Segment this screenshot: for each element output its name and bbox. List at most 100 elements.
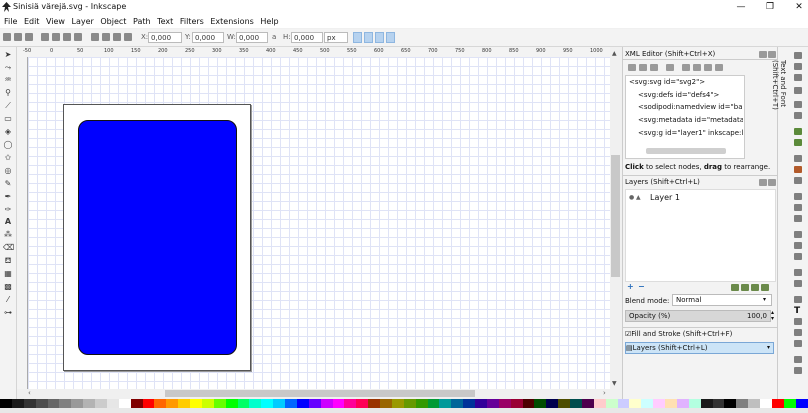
- clone-icon[interactable]: [794, 242, 802, 249]
- lock-ratio-icon[interactable]: a: [272, 33, 276, 41]
- text-tool-icon[interactable]: A: [3, 217, 13, 226]
- pencil-tool-icon[interactable]: ✎: [3, 179, 13, 188]
- unlink-clone-icon[interactable]: [794, 253, 802, 260]
- palette-swatch[interactable]: [771, 399, 784, 408]
- xml-editor-dialog-icon[interactable]: [794, 318, 802, 325]
- palette-swatch[interactable]: [724, 399, 737, 408]
- layer-to-bottom-icon[interactable]: [761, 284, 769, 291]
- palette-swatch[interactable]: [593, 399, 606, 408]
- unit-select[interactable]: px: [324, 32, 348, 43]
- palette-swatch[interactable]: [498, 399, 511, 408]
- opacity-spin-icon[interactable]: ▴ ▾: [771, 310, 774, 322]
- star-tool-icon[interactable]: ✩: [3, 153, 13, 162]
- palette-swatch[interactable]: [11, 399, 24, 408]
- zoom-selection-icon[interactable]: [794, 193, 802, 200]
- eraser-tool-icon[interactable]: ⌫: [3, 243, 14, 252]
- palette-swatch[interactable]: [320, 399, 333, 408]
- palette-swatch[interactable]: [510, 399, 523, 408]
- add-layer-icon[interactable]: +: [627, 282, 634, 291]
- dropper-tool-icon[interactable]: ⁄: [3, 295, 13, 304]
- palette-swatch[interactable]: [47, 399, 60, 408]
- palette-swatch[interactable]: [35, 399, 48, 408]
- palette-swatch[interactable]: [154, 399, 167, 408]
- palette-swatch[interactable]: [415, 399, 428, 408]
- menu-extensions[interactable]: Extensions: [210, 15, 253, 28]
- zoom-page-icon[interactable]: [794, 215, 802, 222]
- tweak-tool-icon[interactable]: ♒: [3, 75, 13, 84]
- layer-lock-icon[interactable]: ▲: [636, 194, 641, 201]
- y-input[interactable]: 0,000: [192, 32, 224, 43]
- h-input[interactable]: 0,000: [291, 32, 323, 43]
- palette-swatch[interactable]: [439, 399, 452, 408]
- palette-swatch[interactable]: [463, 399, 475, 408]
- palette-swatch[interactable]: [700, 399, 713, 408]
- lower-node-icon[interactable]: [715, 64, 723, 71]
- palette-swatch[interactable]: [688, 399, 701, 408]
- menu-text[interactable]: Text: [157, 15, 173, 28]
- palette-swatch[interactable]: [451, 399, 464, 408]
- drawing-canvas[interactable]: [28, 57, 610, 389]
- opacity-slider[interactable]: Opacity (%) 100,0: [625, 310, 771, 322]
- palette-swatch[interactable]: [486, 399, 499, 408]
- raise-to-top-icon[interactable]: [91, 33, 99, 41]
- palette-swatch[interactable]: [605, 399, 618, 408]
- raise-icon[interactable]: [102, 33, 110, 41]
- blue-rounded-rectangle[interactable]: [78, 120, 237, 355]
- palette-swatch[interactable]: [0, 399, 12, 408]
- palette-swatch[interactable]: [676, 399, 689, 408]
- layer-item-name[interactable]: Layer 1: [650, 193, 680, 202]
- zoom-drawing-icon[interactable]: [794, 204, 802, 211]
- menu-layer[interactable]: Layer: [72, 15, 94, 28]
- ungroup-icon[interactable]: [794, 280, 802, 287]
- scroll-up-icon[interactable]: ▲: [612, 50, 617, 57]
- palette-swatch[interactable]: [748, 399, 760, 408]
- palette-swatch[interactable]: [95, 399, 107, 408]
- palette-swatch[interactable]: [261, 399, 274, 408]
- lower-to-bottom-icon[interactable]: [124, 33, 132, 41]
- palette-swatch[interactable]: [403, 399, 416, 408]
- palette-swatch[interactable]: [178, 399, 190, 408]
- rotate-cw-icon[interactable]: [52, 33, 60, 41]
- selector-tool-icon[interactable]: ➤: [3, 50, 13, 59]
- layers-close-icon[interactable]: [768, 179, 776, 186]
- palette-swatch[interactable]: [653, 399, 665, 408]
- palette-swatch[interactable]: [332, 399, 345, 408]
- xml-node-namedview[interactable]: <sodipodi:namedview id="ba: [638, 103, 743, 111]
- palette-swatch[interactable]: [285, 399, 297, 408]
- text-font-dialog-icon[interactable]: T: [794, 306, 800, 316]
- palette-swatch[interactable]: [380, 399, 392, 408]
- palette-swatch[interactable]: [665, 399, 677, 408]
- menu-path[interactable]: Path: [133, 15, 151, 28]
- layers-float-icon[interactable]: [759, 179, 767, 186]
- lower-icon[interactable]: [113, 33, 121, 41]
- unindent-node-icon[interactable]: [682, 64, 690, 71]
- measure-tool-icon[interactable]: ⟋: [3, 101, 13, 110]
- text-and-font-vertical-tab[interactable]: Text and Font (Shift+Ctrl+T): [771, 60, 787, 150]
- redo-icon[interactable]: [794, 139, 802, 146]
- palette-swatch[interactable]: [201, 399, 214, 408]
- palette-swatch[interactable]: [546, 399, 559, 408]
- palette-swatch[interactable]: [166, 399, 179, 408]
- palette-swatch[interactable]: [344, 399, 357, 408]
- palette-swatch[interactable]: [427, 399, 440, 408]
- menu-view[interactable]: View: [46, 15, 65, 28]
- open-document-icon[interactable]: [794, 63, 802, 70]
- palette-swatch[interactable]: [570, 399, 582, 408]
- palette-swatch[interactable]: [71, 399, 84, 408]
- palette-swatch[interactable]: [534, 399, 547, 408]
- rectangle-tool-icon[interactable]: ▭: [3, 114, 13, 123]
- import-icon[interactable]: [794, 101, 802, 108]
- blend-mode-select[interactable]: Normal: [672, 294, 772, 306]
- palette-swatch[interactable]: [249, 399, 262, 408]
- duplicate-node-icon[interactable]: [650, 64, 658, 71]
- palette-swatch[interactable]: [23, 399, 36, 408]
- undo-icon[interactable]: [794, 128, 802, 135]
- palette-swatch[interactable]: [736, 399, 749, 408]
- layer-to-top-icon[interactable]: [731, 284, 739, 291]
- print-icon[interactable]: [794, 87, 802, 94]
- xml-node-layer1[interactable]: <svg:g id="layer1" inkscape:la: [638, 129, 743, 137]
- palette-swatch[interactable]: [629, 399, 642, 408]
- palette-swatch[interactable]: [106, 399, 119, 408]
- cut-icon[interactable]: [794, 166, 802, 173]
- palette-swatch[interactable]: [59, 399, 72, 408]
